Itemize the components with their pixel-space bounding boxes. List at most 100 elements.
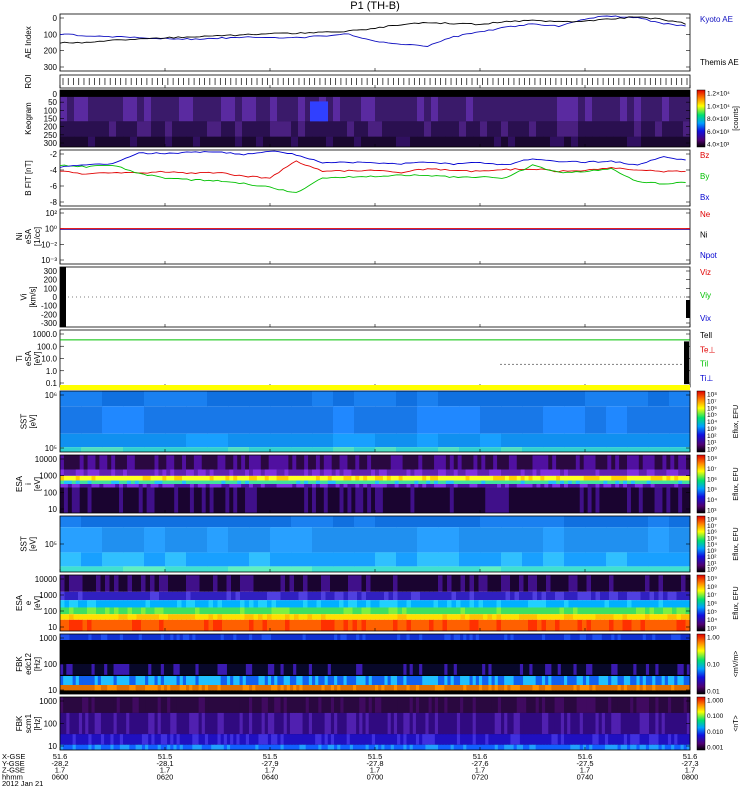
spectrogram-cell [264,734,269,745]
spectrogram-cell [127,619,133,631]
spectrogram-cell [513,685,518,691]
spectrogram-cell [207,136,215,147]
spectrogram-cell [406,676,411,685]
spectrogram-cell [611,484,616,488]
spectrogram-cell [327,712,332,735]
spectrogram-cell [256,475,262,481]
spectrogram-cell [361,607,367,615]
spectrogram-cell [179,676,184,685]
x-axis-value: 0720 [472,772,489,781]
spectrogram-cell [94,697,99,713]
spectrogram-cell [620,676,625,685]
spectrogram-cell [409,697,414,713]
spectrogram-cell [508,469,514,476]
spectrogram-cell [267,634,272,640]
spectrogram-cell [585,433,607,448]
spectrogram-cell [604,685,609,691]
spectrogram-cell [492,619,497,631]
spectrogram-cell [158,480,163,484]
spectrogram-cell [387,634,392,640]
spectrogram-cell [63,744,67,750]
spectrogram-cell [359,469,364,476]
spectrogram-cell [289,734,294,745]
spectrogram-cell [312,121,320,137]
spectrogram-cell [615,455,620,470]
spectrogram-cell [130,484,136,488]
spectrogram-cell [469,484,474,488]
spectrogram-cell [666,469,671,476]
spectrogram-cell [60,480,65,484]
spectrogram-cell [132,734,136,745]
spectrogram-cell [280,685,285,691]
spectrogram-cell [663,607,668,615]
spectrogram-cell [186,614,191,620]
spectrogram-cell [186,136,194,147]
spectrogram-cell [589,685,593,691]
spectrogram-cell [348,607,353,615]
spectrogram-cell [674,685,678,691]
spectrogram-cell [176,664,181,675]
spectrogram-cell [604,734,609,745]
spectrogram-cell [611,475,616,481]
spectrogram-cell [240,619,245,631]
spectrogram-cell [592,712,596,735]
spectrogram-cell [681,575,686,592]
spectrogram-cell [431,96,439,122]
spectrogram-cell [375,744,379,750]
spectrogram-cell [264,664,269,675]
spectrogram-cell [514,600,520,608]
spectrogram-cell [69,614,74,620]
spectrogram-cell [375,685,379,691]
spectrogram-cell [230,685,234,691]
spectrogram-cell [406,634,411,640]
spectrogram-cell [472,697,477,713]
spectrogram-cell [357,614,362,620]
spectrogram-cell [504,634,508,640]
spectrogram-cell [172,600,178,608]
spectrogram-cell [69,600,74,608]
spectrogram-cell [552,469,557,476]
spectrogram-cell [480,96,488,122]
spectrogram-cell [211,676,215,685]
spectrogram-cell [173,664,177,675]
spectrogram-cell [415,600,421,608]
spectrogram-cell [674,487,679,513]
spectrogram-cell [595,712,600,735]
spectrogram-cell [146,469,151,476]
spectrogram-cell [242,676,247,685]
spectrogram-cell [110,734,114,745]
spectrogram-cell [460,697,464,713]
spectrogram-cell [510,664,514,675]
spectrogram-cells [60,96,691,147]
spectrogram-cell [390,685,395,691]
spectrogram-cell [173,676,177,685]
spectrogram-cell [546,614,551,620]
spectrogram-cell [179,685,184,691]
spectrogram-cell [99,480,104,484]
spectrogram-cell [538,744,543,750]
spectrogram-cell [465,484,470,488]
spectrogram-cell [654,475,659,481]
spectrogram-cell [676,575,682,592]
spectrogram-cell [388,600,394,608]
colorbar-tick-label: 6.0×10³ [707,129,730,136]
spectrogram-cell [614,664,618,675]
spectrogram-cell [198,712,203,735]
spectrogram-cell [386,469,392,476]
spectrogram-cell [570,634,574,640]
spectrogram-cell [267,600,272,608]
spectrogram-cell [296,734,300,745]
spectrogram-cell [487,121,495,137]
spectrogram-cell [627,516,649,528]
spectrogram-cell [378,734,382,745]
spectrogram-cell [677,734,681,745]
spectrogram-cell [231,619,236,631]
spectrogram-cell [226,600,232,608]
spectrogram-cell [375,96,383,122]
spectrogram-cell [658,685,663,691]
spectrogram-cell [540,475,545,481]
spectrogram-cell [331,469,337,476]
spectrogram-cell [72,712,77,735]
spectrogram-cell [220,685,225,691]
spectrogram-cell [672,600,677,608]
